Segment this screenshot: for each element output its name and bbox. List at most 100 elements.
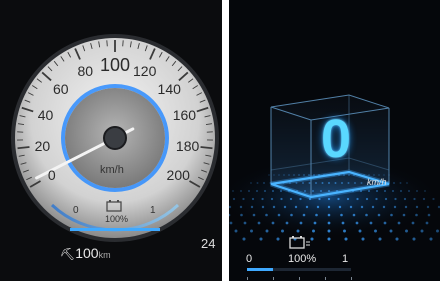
floor-dot: [271, 189, 275, 193]
floor-dot: [310, 237, 314, 241]
battery-icon: [289, 236, 310, 249]
floor-dot: [280, 197, 283, 201]
battery-level-bar: [70, 228, 160, 231]
floor-dot: [313, 221, 317, 225]
digital-speed-unit: km/h: [367, 177, 387, 187]
floor-dot: [426, 205, 430, 209]
speed-tick-label: 140: [157, 81, 181, 98]
floor-dot: [371, 205, 375, 209]
digital-cluster-panel: 0 km/h 0 1 100%: [229, 0, 440, 281]
speed-unit-label: km/h: [100, 164, 124, 176]
floor-dot: [270, 197, 274, 201]
floor-dot: [365, 197, 369, 201]
floor-dot: [383, 189, 387, 193]
floor-dot: [405, 229, 408, 233]
floor-dot: [352, 213, 356, 217]
floor-dot: [257, 221, 261, 225]
floor-dot: [239, 189, 243, 193]
floor-dot: [367, 189, 371, 193]
floor-dot: [427, 213, 431, 217]
floor-dot: [420, 229, 424, 233]
floor-dot: [232, 197, 236, 201]
floor-dot: [327, 205, 331, 209]
battery-min-label: 0: [246, 253, 253, 265]
floor-dot: [247, 189, 251, 193]
floor-dot: [356, 197, 359, 201]
floor-dot: [365, 213, 368, 217]
floor-dot: [378, 237, 382, 241]
needle-hub: [103, 126, 127, 150]
floor-dot: [436, 229, 439, 233]
floor-dot: [289, 197, 293, 201]
floor-dot: [327, 213, 331, 217]
floor-dot: [229, 221, 233, 225]
floor-dot: [265, 213, 268, 217]
floor-dot: [393, 182, 395, 184]
floor-dot: [294, 205, 298, 209]
floor-dot: [393, 205, 397, 209]
floor-dot: [432, 197, 435, 201]
minor-tick: [106, 40, 108, 47]
floor-dot: [271, 221, 275, 225]
floor-dot: [285, 221, 289, 225]
battery-level-bar: [247, 268, 273, 271]
floor-dot: [261, 197, 264, 201]
floor-dot: [263, 189, 267, 193]
floor-dot: [395, 237, 399, 241]
floor-dot: [231, 189, 235, 193]
floor-dot: [268, 174, 270, 176]
floor-dot: [404, 205, 408, 209]
minor-tick: [122, 40, 124, 47]
bottom-ticks: [247, 277, 352, 280]
speed-tick-label: 120: [133, 63, 157, 80]
floor-dot: [349, 205, 353, 209]
battery-percent-text: 100%: [105, 214, 129, 224]
floor-dot: [299, 197, 302, 201]
floor-dot: [290, 213, 293, 217]
floor-dot: [391, 189, 395, 193]
floor-dot: [255, 189, 259, 193]
floor-dot: [276, 237, 280, 241]
floor-dot: [346, 197, 350, 201]
plug-icon: ⛏: [60, 247, 76, 261]
floor-dot: [394, 197, 397, 201]
floor-dot: [344, 237, 348, 241]
floor-dot: [384, 197, 388, 201]
floor-dot: [355, 221, 359, 225]
speed-tick-label: 40: [37, 107, 54, 124]
speed-tick-label: 20: [34, 137, 51, 154]
floor-dot: [277, 213, 281, 217]
analog-cluster-panel: 0 20 40 60 80 100 120 140 160 180 200 km/h 0 1 100…: [0, 0, 222, 281]
floor-dot: [315, 213, 318, 217]
floor-dot: [406, 182, 408, 184]
floor-dot: [415, 213, 418, 217]
speed-tick-label: 180: [175, 137, 200, 154]
speed-tick-label: 0: [47, 166, 56, 183]
floor-dot: [377, 213, 381, 217]
range-readout: ⛏100km: [60, 245, 111, 261]
floor-dot: [243, 221, 247, 225]
floor-dot: [338, 205, 342, 209]
floor-dot: [422, 197, 426, 201]
floor-dot: [415, 205, 419, 209]
floor-dot: [296, 229, 300, 233]
floor-dot: [397, 221, 401, 225]
floor-dot: [375, 197, 378, 201]
floor-dot: [256, 182, 259, 184]
floor-dot: [305, 205, 309, 209]
speed-tick-label: 200: [166, 166, 190, 183]
floor-dot: [369, 221, 373, 225]
floor-dot: [402, 213, 406, 217]
battery-max-label: 1: [150, 205, 156, 216]
floor-dot: [250, 229, 253, 233]
range-value: 100: [75, 245, 99, 261]
floor-dot: [265, 229, 269, 233]
floor-dot: [327, 197, 331, 201]
range-unit: km: [98, 250, 111, 260]
floor-dot: [240, 213, 243, 217]
floor-dot: [263, 182, 265, 184]
floor-dot: [411, 221, 415, 225]
floor-dot: [403, 197, 407, 201]
floor-dot: [390, 213, 393, 217]
floor-dot: [358, 229, 362, 233]
